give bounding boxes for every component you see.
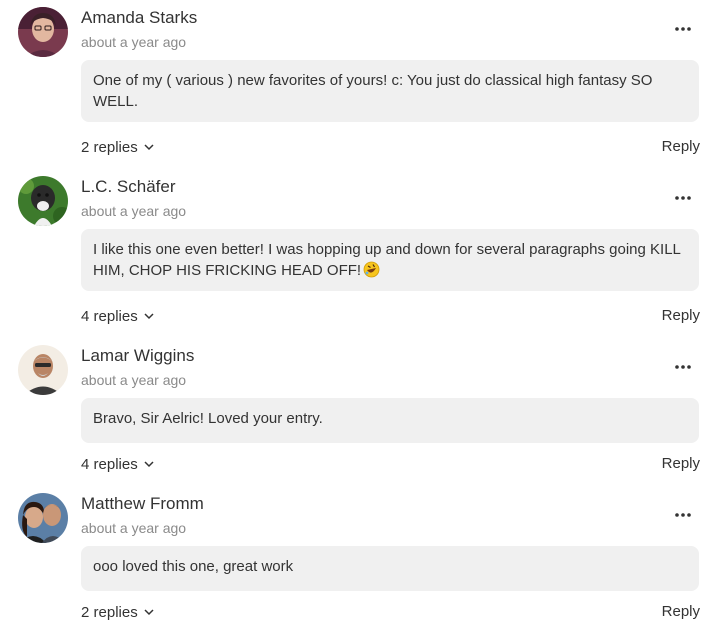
- replies-toggle[interactable]: 2 replies: [81, 137, 154, 158]
- more-options-icon[interactable]: [668, 188, 698, 208]
- comment-body: Bravo, Sir Aelric! Loved your entry.: [81, 398, 699, 443]
- timestamp: about a year ago: [81, 372, 187, 388]
- chevron-down-icon: [144, 306, 154, 326]
- author-name[interactable]: Amanda Starks: [81, 7, 197, 29]
- more-options-icon[interactable]: [668, 357, 698, 377]
- reply-button[interactable]: Reply: [662, 602, 700, 622]
- comment-body: I like this one even better! I was hoppi…: [81, 229, 699, 291]
- rolling-on-floor-laughing-emoji: [363, 261, 380, 284]
- replies-count: 4 replies: [81, 456, 138, 473]
- chevron-down-icon: [144, 454, 154, 474]
- more-options-icon[interactable]: [668, 19, 698, 39]
- replies-toggle[interactable]: 2 replies: [81, 602, 154, 623]
- avatar[interactable]: [18, 176, 68, 226]
- author-name[interactable]: L.C. Schäfer: [81, 176, 176, 198]
- timestamp: about a year ago: [81, 34, 187, 50]
- timestamp: about a year ago: [81, 520, 187, 536]
- more-options-icon[interactable]: [668, 505, 698, 525]
- comment-item: L.C. Schäfer about a year ago I like thi…: [0, 176, 720, 336]
- replies-toggle[interactable]: 4 replies: [81, 454, 154, 475]
- comment-body: One of my ( various ) new favorites of y…: [81, 60, 699, 122]
- comment-item: Lamar Wiggins about a year ago Bravo, Si…: [0, 345, 720, 485]
- avatar[interactable]: [18, 345, 68, 395]
- replies-count: 4 replies: [81, 308, 138, 325]
- comment-text: ooo loved this one, great work: [93, 558, 294, 575]
- reply-button[interactable]: Reply: [662, 306, 700, 326]
- reply-button[interactable]: Reply: [662, 137, 700, 157]
- comment-text: One of my ( various ) new favorites of y…: [93, 72, 653, 110]
- comment-text: Bravo, Sir Aelric! Loved your entry.: [93, 410, 323, 427]
- author-name[interactable]: Matthew Fromm: [81, 493, 204, 515]
- avatar[interactable]: [18, 7, 68, 57]
- replies-toggle[interactable]: 4 replies: [81, 306, 154, 327]
- comment-item: Matthew Fromm about a year ago ooo loved…: [0, 493, 720, 633]
- timestamp: about a year ago: [81, 203, 187, 219]
- reply-button[interactable]: Reply: [662, 454, 700, 474]
- replies-count: 2 replies: [81, 139, 138, 156]
- chevron-down-icon: [144, 137, 154, 157]
- comment-text: I like this one even better! I was hoppi…: [93, 241, 681, 279]
- comment-item: Amanda Starks about a year ago One of my…: [0, 7, 720, 167]
- replies-count: 2 replies: [81, 604, 138, 621]
- author-name[interactable]: Lamar Wiggins: [81, 345, 194, 367]
- chevron-down-icon: [144, 602, 154, 622]
- comment-body: ooo loved this one, great work: [81, 546, 699, 591]
- avatar[interactable]: [18, 493, 68, 543]
